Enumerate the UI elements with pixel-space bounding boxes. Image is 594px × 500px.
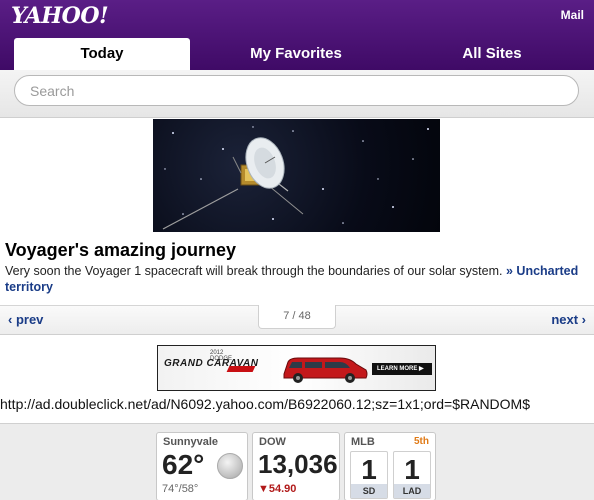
- score-team: SD: [351, 484, 387, 498]
- story-pager: ‹ prev 7 / 48 next ›: [0, 305, 594, 335]
- mlb-inning: 5th: [414, 436, 429, 447]
- ad-learn-more-button[interactable]: LEARN MORE ▶: [372, 363, 432, 375]
- yahoo-logo[interactable]: YAHOO!: [11, 3, 109, 29]
- minivan-icon: [283, 357, 368, 383]
- story-summary: Very soon the Voyager 1 spacecraft will …: [5, 263, 585, 295]
- search-input[interactable]: [14, 75, 579, 106]
- tab-all-sites[interactable]: All Sites: [404, 38, 580, 70]
- story-text: Very soon the Voyager 1 spacecraft will …: [5, 264, 503, 278]
- header-bar: YAHOO! Mail Today My Favorites All Sites: [0, 0, 594, 70]
- weather-city: Sunnyvale: [163, 436, 219, 448]
- page-current: 7: [283, 310, 290, 322]
- prev-button[interactable]: ‹ prev: [8, 312, 43, 327]
- score-card-sd: 1 SD: [350, 451, 388, 499]
- page-total: 48: [298, 310, 311, 322]
- score-value: 1: [361, 454, 377, 485]
- score-value: 1: [404, 454, 420, 485]
- link-arrow: »: [505, 264, 513, 278]
- next-button[interactable]: next ›: [551, 312, 586, 327]
- mail-link[interactable]: Mail: [561, 8, 584, 22]
- weather-temp: 62°: [162, 449, 205, 480]
- dow-value: 13,036: [258, 449, 338, 479]
- search-bar: [0, 70, 594, 118]
- tab-my-favorites[interactable]: My Favorites: [208, 38, 384, 70]
- score-card-lad: 1 LAD: [393, 451, 431, 499]
- dow-change: ▼54.90: [258, 483, 297, 495]
- ad-banner[interactable]: 2012 DODGE GRAND CARAVAN LEARN MORE ▶: [157, 345, 436, 391]
- widgets-bar: Sunnyvale 62° 74°/58° DOW 13,036 ▼54.90 …: [0, 423, 594, 500]
- page-indicator: 7 / 48: [258, 305, 336, 329]
- moon-icon: [217, 453, 243, 479]
- voyager-spacecraft-illustration: [162, 126, 429, 230]
- score-team: LAD: [394, 484, 430, 498]
- mlb-widget[interactable]: MLB 5th 1 SD 1 LAD: [344, 432, 436, 500]
- tab-today[interactable]: Today: [14, 38, 190, 70]
- weather-range: 74°/58°: [162, 483, 199, 495]
- ad-tracking-url: http://ad.doubleclick.net/ad/N6092.yahoo…: [0, 396, 530, 412]
- dow-widget[interactable]: DOW 13,036 ▼54.90: [252, 432, 340, 500]
- mlb-label: MLB: [351, 436, 375, 448]
- weather-widget[interactable]: Sunnyvale 62° 74°/58°: [156, 432, 248, 500]
- story-title[interactable]: Voyager's amazing journey: [5, 240, 236, 261]
- ad-stripe: [226, 366, 256, 372]
- dow-label: DOW: [259, 436, 286, 448]
- page-separator: /: [292, 310, 296, 322]
- story-image[interactable]: [153, 119, 440, 232]
